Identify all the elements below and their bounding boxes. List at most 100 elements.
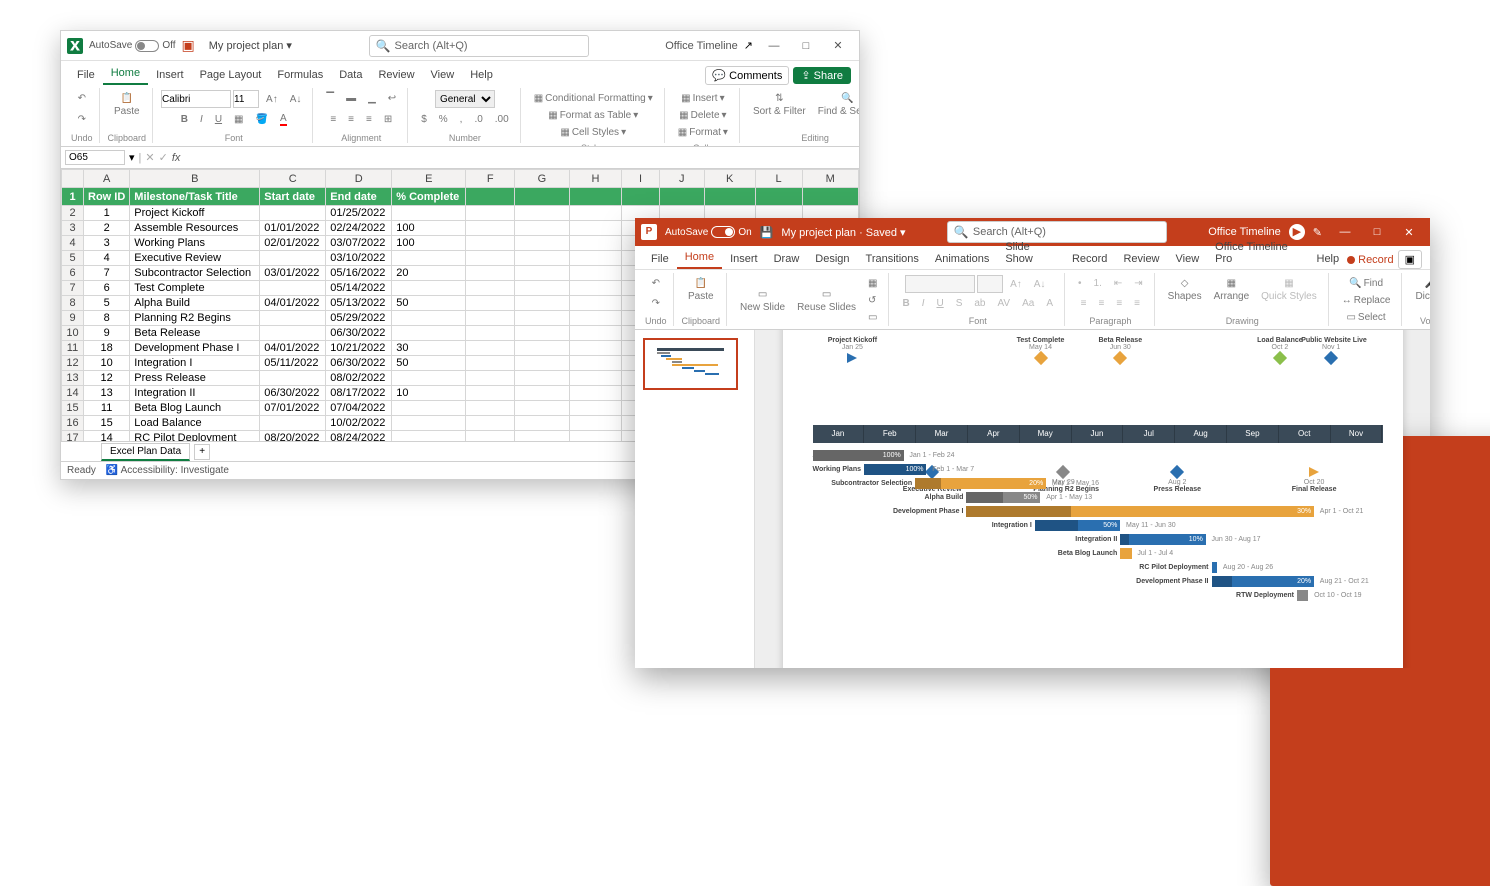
add-sheet-button[interactable]: +: [194, 444, 210, 460]
tab-home[interactable]: Home: [677, 247, 722, 269]
present-button[interactable]: ▣: [1398, 250, 1422, 269]
document-title[interactable]: My project plan · Saved ▾: [781, 226, 905, 239]
align-bottom-button[interactable]: ▁: [363, 90, 381, 107]
merge-button[interactable]: ⊞: [379, 111, 397, 128]
reuse-slides-button[interactable]: ▭Reuse Slides: [792, 286, 861, 316]
gantt-task-row[interactable]: Development Phase II20%Aug 21 - Oct 21: [813, 575, 1383, 588]
col-header[interactable]: A: [84, 170, 130, 188]
increase-font-button[interactable]: A↑: [261, 91, 283, 108]
tab-page-layout[interactable]: Page Layout: [192, 65, 270, 85]
arrow-icon[interactable]: ↗: [744, 39, 753, 52]
underline-button[interactable]: U: [210, 111, 227, 128]
col-header[interactable]: H: [569, 170, 622, 188]
slide-canvas[interactable]: Project KickoffJan 25Test CompleteMay 14…: [783, 330, 1403, 668]
autosave-toggle[interactable]: AutoSaveOn: [665, 226, 752, 238]
col-header[interactable]: F: [466, 170, 515, 188]
col-header[interactable]: G: [515, 170, 570, 188]
gantt-task-row[interactable]: RC Pilot DeploymentAug 20 - Aug 26: [813, 561, 1383, 574]
row-header[interactable]: 1: [62, 188, 84, 206]
redo-button[interactable]: ↷: [647, 295, 665, 312]
tab-view[interactable]: View: [423, 65, 463, 85]
name-box[interactable]: [65, 150, 125, 165]
wrap-text-button[interactable]: ↩: [383, 90, 401, 107]
tab-office-timeline-pro[interactable]: Office Timeline Pro: [1207, 237, 1308, 269]
task-bar[interactable]: 50%: [966, 492, 1040, 503]
milestone-marker[interactable]: Public Website LiveNov 1: [1301, 337, 1361, 365]
formula-input[interactable]: [184, 149, 855, 167]
tab-draw[interactable]: Draw: [766, 249, 808, 269]
gantt-task-row[interactable]: Development Phase I30%Apr 1 - Oct 21: [813, 505, 1383, 518]
header-cell[interactable]: % Complete: [392, 188, 466, 206]
redo-button[interactable]: ↷: [73, 111, 91, 128]
header-cell[interactable]: Milestone/Task Title: [130, 188, 260, 206]
paste-button[interactable]: 📋Paste: [683, 275, 719, 305]
enter-icon[interactable]: ✓: [159, 151, 168, 164]
accessibility-status[interactable]: ♿ Accessibility: Investigate: [106, 465, 229, 476]
tab-help[interactable]: Help: [462, 65, 501, 85]
align-center-button[interactable]: ≡: [343, 111, 359, 128]
font-size-input[interactable]: [233, 90, 259, 108]
number-format-select[interactable]: General: [435, 90, 495, 108]
close-button[interactable]: ✕: [823, 35, 853, 57]
col-header[interactable]: I: [622, 170, 659, 188]
tab-animations[interactable]: Animations: [927, 249, 997, 269]
row-header[interactable]: 3: [62, 221, 84, 236]
row-header[interactable]: 8: [62, 296, 84, 311]
milestone-marker[interactable]: Test CompleteMay 14: [1011, 337, 1071, 365]
row-header[interactable]: 14: [62, 386, 84, 401]
task-bar[interactable]: 100%: [864, 464, 927, 475]
close-button[interactable]: ✕: [1394, 221, 1424, 243]
undo-button[interactable]: ↶: [647, 275, 665, 292]
tab-review[interactable]: Review: [370, 65, 422, 85]
task-bar[interactable]: [1297, 590, 1308, 601]
decrease-font-button[interactable]: A↓: [285, 91, 307, 108]
header-cell[interactable]: End date: [326, 188, 392, 206]
undo-button[interactable]: ↶: [73, 90, 91, 107]
col-header[interactable]: L: [755, 170, 802, 188]
quick-styles-button[interactable]: ▦Quick Styles: [1256, 275, 1322, 305]
tab-review[interactable]: Review: [1115, 249, 1167, 269]
task-bar[interactable]: 10%: [1120, 534, 1206, 545]
conditional-formatting-button[interactable]: ▦ Conditional Formatting ▾: [529, 90, 658, 107]
arrange-button[interactable]: ▦Arrange: [1209, 275, 1255, 305]
col-header[interactable]: E: [392, 170, 466, 188]
sort-filter-button[interactable]: ⇅Sort & Filter: [748, 90, 811, 120]
col-header[interactable]: K: [704, 170, 755, 188]
find-select-button[interactable]: 🔍Find & Select: [813, 90, 859, 120]
shapes-button[interactable]: ◇Shapes: [1163, 275, 1207, 305]
inc-decimal-button[interactable]: .0: [469, 111, 487, 128]
align-middle-button[interactable]: ▬: [341, 90, 361, 107]
office-timeline-addin[interactable]: Office Timeline: [665, 40, 738, 52]
bold-button[interactable]: B: [176, 111, 193, 128]
dropdown-icon[interactable]: ▾: [129, 151, 135, 164]
col-header[interactable]: J: [659, 170, 704, 188]
border-button[interactable]: ▦: [229, 111, 248, 128]
col-header[interactable]: B: [130, 170, 260, 188]
delete-cells-button[interactable]: ▦ Delete ▾: [674, 107, 731, 124]
tab-view[interactable]: View: [1168, 249, 1208, 269]
fill-color-button[interactable]: 🪣: [251, 111, 273, 128]
row-header[interactable]: 15: [62, 401, 84, 416]
cell-styles-button[interactable]: ▦ Cell Styles ▾: [555, 124, 631, 141]
comma-button[interactable]: ,: [455, 111, 468, 128]
document-title[interactable]: My project plan ▾: [209, 39, 292, 52]
gantt-task-row[interactable]: Alpha Build50%Apr 1 - May 13: [813, 491, 1383, 504]
row-header[interactable]: 7: [62, 281, 84, 296]
save-icon[interactable]: 💾: [760, 226, 774, 239]
maximize-button[interactable]: □: [791, 35, 821, 57]
layout-button[interactable]: ▦: [863, 275, 882, 292]
col-header[interactable]: D: [326, 170, 392, 188]
find-button[interactable]: 🔍 Find: [1344, 275, 1388, 292]
comments-button[interactable]: 💬 Comments: [705, 66, 789, 85]
search-box[interactable]: 🔍 Search (Alt+Q): [369, 35, 589, 57]
tab-home[interactable]: Home: [103, 63, 148, 85]
task-bar[interactable]: [1120, 548, 1131, 559]
gantt-task-row[interactable]: Beta Blog LaunchJul 1 - Jul 4: [813, 547, 1383, 560]
tab-help[interactable]: Help: [1309, 249, 1348, 269]
sheet-tab[interactable]: Excel Plan Data: [101, 443, 190, 461]
share-button[interactable]: ⇪ Share: [793, 67, 851, 84]
task-bar[interactable]: [1212, 562, 1218, 573]
tab-slide-show[interactable]: Slide Show: [997, 237, 1064, 269]
row-header[interactable]: 4: [62, 236, 84, 251]
replace-button[interactable]: ↔ Replace: [1337, 292, 1396, 309]
